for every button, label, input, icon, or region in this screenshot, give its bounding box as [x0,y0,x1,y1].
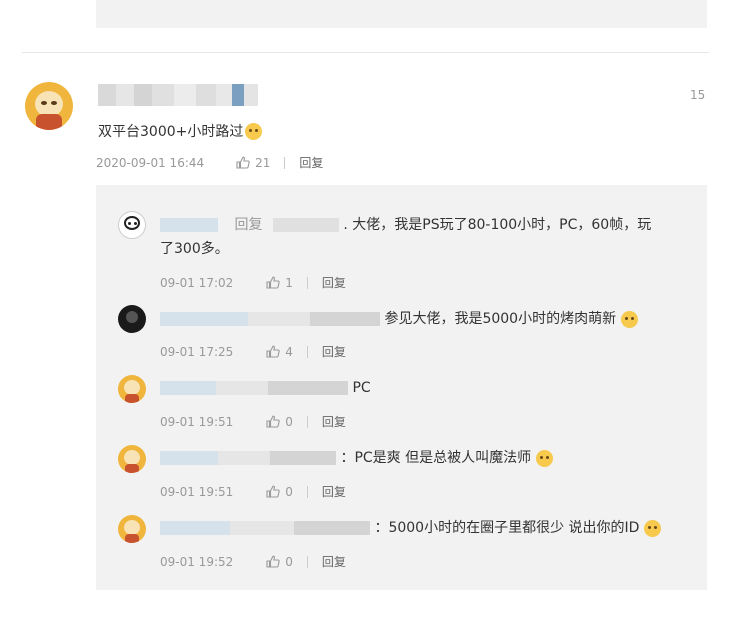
reply-text: 回复 . 大佬，我是PS玩了80-100小时，PC，60帧，玩 了300多。 [160,213,690,261]
reply-username-blurred[interactable] [248,312,310,326]
commenter-name-blurred[interactable] [98,84,258,106]
reply-button[interactable]: 回复 [322,553,346,570]
reply-text-content: 参见大佬，我是5000小时的烤肉萌新 [384,311,617,327]
reply-username-blurred[interactable] [270,451,336,465]
reply-text-line1: . 大佬，我是PS玩了80-100小时，PC，60帧，玩 [343,217,652,233]
reply-avatar[interactable] [118,305,146,333]
reply-text: ：5000小时的在圈子里都很少 说出你的ID [160,516,661,540]
thumb-up-icon[interactable] [266,345,280,358]
reply-username-blurred[interactable] [160,451,218,465]
reply-text: 参见大佬，我是5000小时的烤肉萌新 [160,307,638,331]
reply-prefix: 回复 [234,217,263,233]
like-count: 1 [285,275,293,290]
meta-separator [306,276,308,289]
reply-button[interactable]: 回复 [299,154,323,171]
like-count: 0 [285,414,293,429]
comment-meta: 2020-09-01 16:44 21 回复 [96,154,323,171]
reply-avatar[interactable] [118,211,146,239]
cat-emoji-icon [620,310,638,328]
reply-meta: 09-01 19:52 0 回复 [160,553,346,570]
comment-divider [22,52,709,53]
comment-text: 双平台3000+小时路过 [98,121,263,141]
reply-time: 09-01 17:02 [160,275,234,290]
thumb-up-icon[interactable] [266,555,280,568]
reply-time: 09-01 17:25 [160,344,234,359]
reply-text-line2: 了300多。 [160,241,229,257]
floor-number: 15 [690,88,706,102]
comment-text-content: 双平台3000+小时路过 [98,124,244,140]
reply-text: PC [160,376,371,400]
reply-username-blurred[interactable] [268,381,348,395]
reply-button[interactable]: 回复 [322,483,346,500]
reply-button[interactable]: 回复 [322,274,346,291]
like-count: 21 [255,155,271,170]
reply-time: 09-01 19:51 [160,484,234,499]
reply-username-blurred[interactable] [160,218,218,232]
reply-avatar[interactable] [118,445,146,473]
thumb-up-icon[interactable] [236,156,250,169]
thumb-up-icon[interactable] [266,485,280,498]
reply-avatar[interactable] [118,375,146,403]
reply-button[interactable]: 回复 [322,413,346,430]
reply-username-blurred[interactable] [216,381,268,395]
reply-username-blurred[interactable] [230,521,294,535]
reply-text-content: PC [352,380,371,396]
reply-username-blurred[interactable] [160,381,216,395]
meta-separator [284,156,286,169]
cat-emoji-icon [643,519,661,537]
reply-meta: 09-01 19:51 0 回复 [160,483,346,500]
like-count: 0 [285,554,293,569]
reply-username-blurred[interactable] [310,312,380,326]
thumb-up-icon[interactable] [266,276,280,289]
reply-time: 09-01 19:51 [160,414,234,429]
cat-emoji-icon [245,122,263,140]
cat-emoji-icon [535,449,553,467]
meta-separator [306,555,308,568]
meta-separator [306,415,308,428]
reply-meta: 09-01 17:25 4 回复 [160,343,346,360]
reply-button[interactable]: 回复 [322,343,346,360]
reply-avatar[interactable] [118,515,146,543]
reply-username-blurred[interactable] [160,312,248,326]
reply-username-blurred[interactable] [294,521,370,535]
meta-separator [306,345,308,358]
reply-username-blurred[interactable] [218,451,270,465]
reply-text-content: ：PC是爽 但是总被人叫魔法师 [340,450,532,466]
reply-username-blurred[interactable] [160,521,230,535]
reply-meta: 09-01 19:51 0 回复 [160,413,346,430]
reply-text: ：PC是爽 但是总被人叫魔法师 [160,446,553,470]
commenter-avatar[interactable] [25,82,73,130]
like-count: 4 [285,344,293,359]
meta-separator [306,485,308,498]
comment-time: 2020-09-01 16:44 [96,155,205,170]
reply-text-content: ：5000小时的在圈子里都很少 说出你的ID [374,520,640,536]
like-count: 0 [285,484,293,499]
thumb-up-icon[interactable] [266,415,280,428]
reply-time: 09-01 19:52 [160,554,234,569]
reply-to-username-blurred[interactable] [272,218,339,232]
previous-reply-panel [96,0,707,28]
reply-meta: 09-01 17:02 1 回复 [160,274,346,291]
